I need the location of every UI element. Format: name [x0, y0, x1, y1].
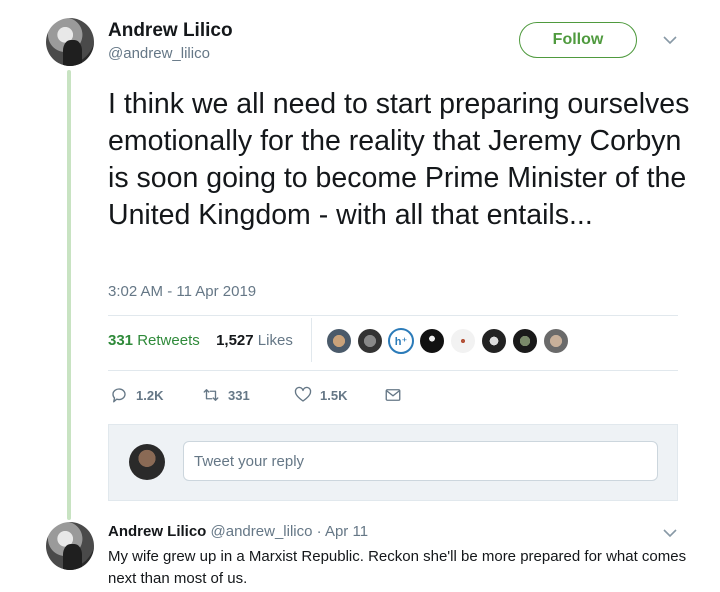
like-count: 1.5K	[320, 387, 348, 403]
retweet-count: 331	[228, 387, 250, 403]
direct-message-button[interactable]	[384, 386, 402, 404]
liker-avatar[interactable]	[543, 328, 569, 354]
author-avatar[interactable]	[46, 18, 94, 66]
heart-icon	[294, 386, 312, 402]
divider	[108, 370, 678, 371]
likes-stat[interactable]: 1,527 Likes	[216, 332, 293, 349]
reply-meta[interactable]: @andrew_lilico · Apr 11	[211, 523, 369, 540]
reply-author-name[interactable]: Andrew Lilico	[108, 523, 206, 540]
liker-avatar[interactable]: h⁺	[388, 328, 414, 354]
likes-count: 1,527	[216, 332, 254, 349]
retweets-label: Retweets	[137, 332, 200, 349]
reply-author-avatar[interactable]	[46, 522, 94, 570]
stats-separator	[311, 318, 312, 362]
liker-avatar[interactable]	[450, 328, 476, 354]
liker-avatar[interactable]	[357, 328, 383, 354]
liker-avatars: h⁺	[326, 328, 574, 356]
liker-avatar[interactable]	[512, 328, 538, 354]
tweet-timestamp[interactable]: 3:02 AM - 11 Apr 2019	[108, 283, 256, 300]
author-name[interactable]: Andrew Lilico	[108, 20, 233, 42]
chevron-down-icon[interactable]	[663, 525, 677, 541]
envelope-icon	[385, 389, 401, 401]
thread-line	[67, 70, 71, 520]
liker-avatar[interactable]	[326, 328, 352, 354]
reply-input[interactable]	[183, 441, 658, 481]
like-button[interactable]: 1.5K	[294, 386, 347, 404]
likes-label: Likes	[257, 332, 293, 349]
reply-button[interactable]: 1.2K	[110, 386, 163, 404]
author-handle[interactable]: @andrew_lilico	[108, 45, 210, 62]
reply-text: My wife grew up in a Marxist Republic. R…	[108, 548, 687, 587]
engagement-stats: 331 Retweets 1,527 Likes	[108, 332, 293, 349]
reply-header: Andrew Lilico @andrew_lilico · Apr 11	[108, 523, 368, 540]
liker-logo-icon: h⁺	[394, 335, 408, 348]
current-user-avatar	[129, 444, 165, 480]
liker-avatar[interactable]	[419, 328, 445, 354]
liker-avatar[interactable]	[481, 328, 507, 354]
tweet-text: I think we all need to start preparing o…	[108, 88, 690, 231]
chevron-down-icon[interactable]	[663, 32, 677, 48]
speech-bubble-icon	[112, 388, 126, 403]
retweet-button[interactable]: 331	[202, 386, 250, 404]
retweets-stat[interactable]: 331 Retweets	[108, 332, 200, 349]
retweet-icon	[203, 389, 219, 401]
retweets-count: 331	[108, 332, 134, 349]
reply-count: 1.2K	[136, 387, 164, 403]
follow-button[interactable]: Follow	[519, 22, 637, 58]
divider	[108, 315, 678, 316]
reply-composer	[108, 424, 678, 501]
